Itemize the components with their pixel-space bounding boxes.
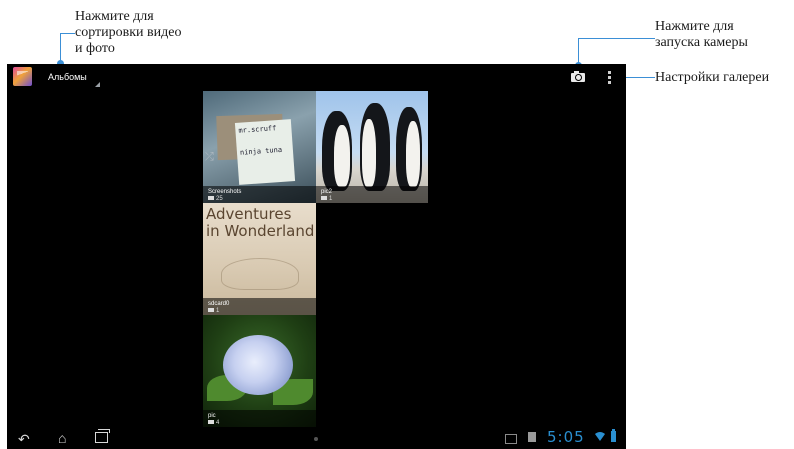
album-name: Screenshots <box>208 189 242 195</box>
folder-icon <box>208 196 214 201</box>
card-text-2: ninja tuna <box>239 145 283 157</box>
sort-callout: Нажмите для сортировки видео и фото <box>75 9 182 56</box>
album-tile-sdcard0[interactable]: Adventures in Wonderland sdcard0 1 <box>203 203 316 315</box>
overflow-menu-icon[interactable] <box>608 71 612 85</box>
album-count: 1 <box>208 308 219 314</box>
album-count: 25 <box>208 196 223 202</box>
shuffle-icon: ⤮ <box>205 151 214 163</box>
battery-icon <box>611 429 616 442</box>
album-name: pic <box>208 413 216 419</box>
folder-icon <box>208 308 214 313</box>
home-icon[interactable]: ⌂ <box>58 431 66 445</box>
camera-callout: Нажмите для запуска камеры <box>655 19 748 50</box>
sort-leader-v <box>60 33 61 61</box>
wifi-icon <box>595 432 605 441</box>
tile-art-card: mr.scruff ninja tuna <box>234 119 296 185</box>
folder-icon <box>208 420 214 425</box>
penguin-belly-3 <box>406 121 420 187</box>
settings-callout: Настройки галереи <box>655 70 770 85</box>
page-indicator-dot <box>314 437 318 441</box>
folder-icon <box>321 196 327 201</box>
camera-icon[interactable] <box>571 71 585 82</box>
book-title-art: Adventures in Wonderland <box>206 205 315 240</box>
recent-apps-icon[interactable] <box>95 429 110 443</box>
status-clock: 5:05 <box>547 428 585 446</box>
gallery-notification-icon <box>505 434 517 444</box>
album-name: sdcard0 <box>208 301 230 307</box>
camera-leader-v <box>578 38 579 65</box>
tile-label-bar <box>203 410 316 427</box>
album-tile-screenshots[interactable]: mr.scruff ninja tuna ⤮ Screenshots 25 <box>203 91 316 203</box>
sort-leader-h <box>60 33 75 34</box>
album-tile-pic[interactable]: pic 4 <box>203 315 316 427</box>
back-icon[interactable]: ↶ <box>18 432 30 446</box>
album-count: 4 <box>208 420 219 426</box>
penguin-belly-2 <box>362 119 376 187</box>
album-count: 1 <box>321 196 332 202</box>
tile-label-bar <box>316 186 428 203</box>
penguin-belly-1 <box>334 125 350 187</box>
albums-dropdown-label[interactable]: Альбомы <box>48 71 87 83</box>
hydrangea-flower <box>223 335 293 395</box>
dropdown-indicator-icon[interactable] <box>95 82 100 87</box>
gallery-app-icon[interactable] <box>13 67 32 86</box>
album-name: pic2 <box>321 189 333 195</box>
camera-leader-h <box>578 38 655 39</box>
book-sketch-art <box>221 258 299 290</box>
album-tile-pic2[interactable]: pic2 1 <box>316 91 428 203</box>
document-notification-icon <box>528 432 536 442</box>
